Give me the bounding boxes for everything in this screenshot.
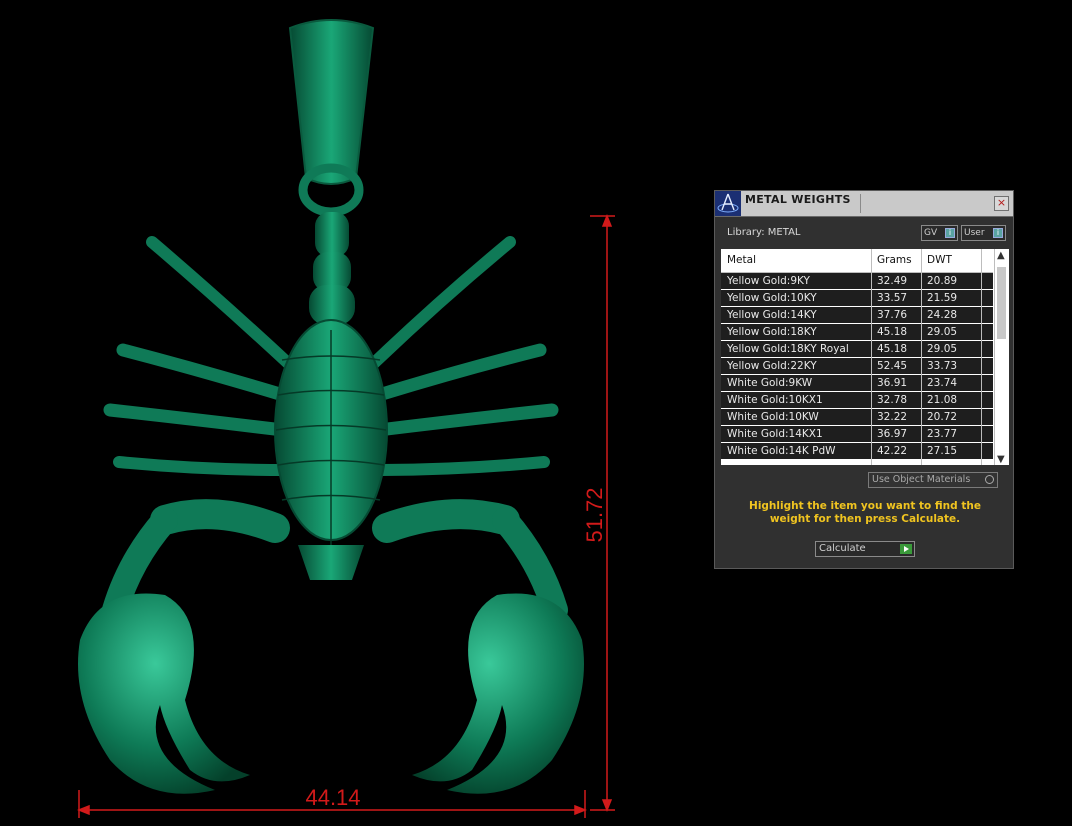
cell-dwt: 29.05 (927, 343, 958, 355)
table-row[interactable]: Yellow Gold:14KY 37.76 24.28 (721, 307, 993, 323)
cell-dwt: 21.59 (927, 292, 958, 304)
table-row[interactable]: White Gold:9KW 36.91 23.74 (721, 375, 993, 391)
pendant-bail (288, 19, 375, 185)
dimension-height-label: 51.72 (582, 487, 607, 542)
cell-metal: Yellow Gold:10KY (727, 292, 817, 304)
table-row[interactable]: White Gold:14K PdW 42.22 27.15 (721, 443, 993, 459)
cell-metal: White Gold:14K PdW (727, 445, 836, 457)
cell-metal: White Gold:10KW (727, 411, 819, 423)
table-row[interactable]: Yellow Gold:9KY 32.49 20.89 (721, 273, 993, 289)
cell-grams: 32.22 (877, 411, 908, 423)
claw-right (412, 593, 584, 794)
cell-metal: White Gold:9KW (727, 377, 813, 389)
cell-dwt: 24.28 (927, 309, 958, 321)
legs-right (366, 236, 559, 476)
close-icon: × (996, 196, 1007, 209)
cell-metal: Yellow Gold:14KY (727, 309, 817, 321)
app-logo-icon (715, 191, 741, 216)
instruction-text: Highlight the item you want to find the … (749, 500, 981, 525)
tail (309, 212, 355, 325)
cell-grams: 42.22 (877, 445, 908, 457)
column-header-grams[interactable]: Grams (877, 254, 912, 266)
cell-grams: 36.91 (877, 377, 908, 389)
use-object-materials-button[interactable]: Use Object Materials (868, 472, 998, 488)
panel-title: METAL WEIGHTS (745, 193, 851, 206)
radio-icon (985, 475, 994, 484)
head (298, 545, 364, 580)
scroll-thumb[interactable] (997, 267, 1006, 339)
dimension-width-label: 44.14 (305, 785, 360, 810)
cell-metal: Yellow Gold:18KY Royal (727, 343, 849, 355)
table-row[interactable]: White Gold:14KX1 36.97 23.77 (721, 426, 993, 442)
info-icon: i (945, 228, 955, 238)
table-row[interactable]: Yellow Gold:10KY 33.57 21.59 (721, 290, 993, 306)
cell-grams: 37.76 (877, 309, 908, 321)
metal-weights-panel: METAL WEIGHTS × Library: METAL GV i User i… (714, 190, 1014, 569)
panel-titlebar[interactable]: METAL WEIGHTS × (715, 191, 1013, 217)
close-button[interactable]: × (994, 196, 1009, 211)
table-header: Metal Grams DWT (721, 249, 993, 273)
cell-dwt: 20.72 (927, 411, 958, 423)
cell-grams: 52.45 (877, 360, 908, 372)
table-row[interactable]: Yellow Gold:18KY Royal 45.18 29.05 (721, 341, 993, 357)
cell-grams: 45.18 (877, 326, 908, 338)
claw-left (78, 593, 250, 794)
cell-dwt: 33.73 (927, 360, 958, 372)
cell-dwt: 20.89 (927, 275, 958, 287)
cell-grams: 33.57 (877, 292, 908, 304)
cell-dwt: 23.74 (927, 377, 958, 389)
cell-grams: 32.49 (877, 275, 908, 287)
table-row[interactable]: White Gold:10KW 32.22 20.72 (721, 409, 993, 425)
cell-dwt: 27.15 (927, 445, 958, 457)
cell-grams: 36.97 (877, 428, 908, 440)
cell-grams: 32.78 (877, 394, 908, 406)
table-scrollbar[interactable]: ▲ ▼ (994, 249, 1009, 465)
cell-metal: Yellow Gold:18KY (727, 326, 817, 338)
user-button[interactable]: User i (961, 225, 1006, 241)
legs-left (103, 236, 296, 476)
cell-metal: White Gold:14KX1 (727, 428, 823, 440)
library-label: Library: METAL (727, 227, 801, 238)
scroll-up-icon[interactable]: ▲ (997, 250, 1005, 261)
calculate-button[interactable]: Calculate (815, 541, 915, 557)
table-row[interactable]: Yellow Gold:18KY 45.18 29.05 (721, 324, 993, 340)
table-body: Yellow Gold:9KY 32.49 20.89 Yellow Gold:10K… (721, 273, 993, 460)
metal-weights-table[interactable]: Metal Grams DWT Yellow Gold:9KY 32.49 20.8… (721, 249, 1009, 465)
cell-dwt: 29.05 (927, 326, 958, 338)
cell-metal: Yellow Gold:22KY (727, 360, 817, 372)
scroll-down-icon[interactable]: ▼ (997, 454, 1005, 465)
cell-dwt: 23.77 (927, 428, 958, 440)
column-header-metal[interactable]: Metal (727, 254, 756, 266)
cell-dwt: 21.08 (927, 394, 958, 406)
column-header-dwt[interactable]: DWT (927, 254, 952, 266)
gv-button[interactable]: GV i (921, 225, 958, 241)
cell-grams: 45.18 (877, 343, 908, 355)
cell-metal: White Gold:10KX1 (727, 394, 823, 406)
cell-metal: Yellow Gold:9KY (727, 275, 810, 287)
scorpion-pendant-model[interactable] (78, 19, 584, 794)
table-row[interactable]: Yellow Gold:22KY 52.45 33.73 (721, 358, 993, 374)
info-icon: i (993, 228, 1003, 238)
play-icon (900, 544, 912, 554)
table-row[interactable]: White Gold:10KX1 32.78 21.08 (721, 392, 993, 408)
